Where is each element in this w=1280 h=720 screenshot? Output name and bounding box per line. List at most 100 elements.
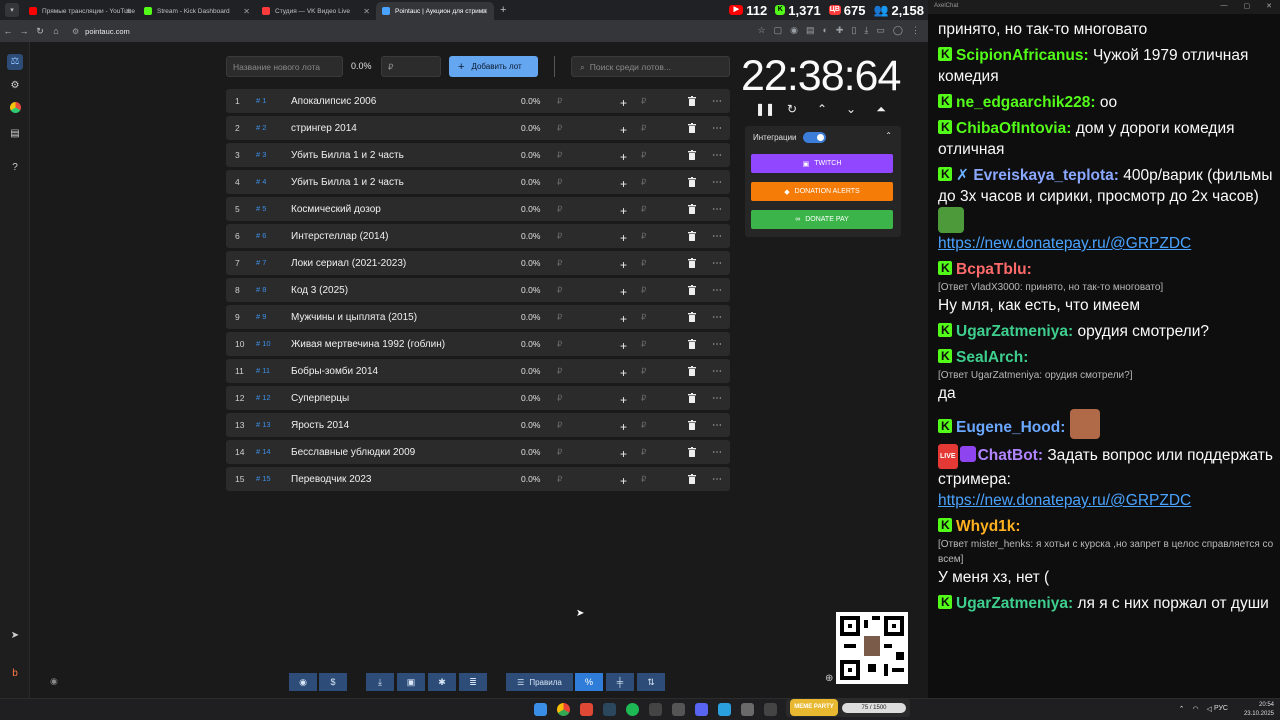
lot-id[interactable]: # 15 [256, 474, 271, 483]
tab-search-button[interactable]: ▾ [5, 3, 19, 17]
lot-id[interactable]: # 1 [256, 96, 266, 105]
lot-id[interactable]: # 6 [256, 231, 266, 240]
add-lot-button[interactable]: + Добавить лот [449, 56, 538, 77]
lot-name[interactable]: Космический дозор [291, 204, 381, 215]
trash-icon[interactable] [688, 177, 696, 187]
lot-add-amount-input[interactable]: ₽ [641, 447, 646, 458]
compress-button[interactable]: ╪ [606, 673, 635, 691]
double-up-icon[interactable]: ⏶ [873, 102, 889, 118]
app-icon[interactable] [672, 703, 685, 716]
sidebar-icon[interactable]: ▯ [851, 25, 856, 36]
lot-name[interactable]: Мужчины и цыплята (2015) [291, 312, 417, 323]
app-icon[interactable] [580, 703, 593, 716]
more-icon[interactable]: ⋯ [712, 177, 722, 188]
tab-youtube[interactable]: Прямые трансляции - YouTube ✕ [23, 2, 138, 20]
trash-icon[interactable] [688, 474, 696, 484]
plus-icon[interactable]: + [620, 150, 627, 164]
pause-icon[interactable]: ❚❚ [755, 102, 775, 118]
github-button[interactable]: ◉ [289, 673, 318, 691]
lot-id[interactable]: # 5 [256, 204, 266, 213]
help-icon[interactable]: ? [7, 160, 23, 176]
lot-name[interactable]: Бесславные ублюдки 2009 [291, 447, 415, 458]
network-icon[interactable]: ◠ [1193, 705, 1199, 713]
lot-add-amount-input[interactable]: ₽ [641, 285, 646, 296]
split-icon[interactable]: ▭ [876, 25, 885, 36]
tab-vk[interactable]: Студия — VK Видео Live ✕ [256, 2, 376, 20]
lot-row[interactable]: 2 # 2 стрингер 2014 0.0% ₽ + ₽ ⋯ [226, 116, 730, 140]
lot-row[interactable]: 1 # 1 Апокалипсис 2006 0.0% ₽ + ₽ ⋯ [226, 89, 730, 113]
steam-icon[interactable] [603, 703, 616, 716]
maximize-icon[interactable]: ▢ [1244, 2, 1251, 10]
integrations-toggle[interactable] [803, 132, 826, 143]
more-icon[interactable]: ⋯ [712, 366, 722, 377]
lot-id[interactable]: # 3 [256, 150, 266, 159]
twitch-button[interactable]: ▣ TWITCH [751, 154, 893, 173]
trash-icon[interactable] [688, 204, 696, 214]
plus-icon[interactable]: + [620, 393, 627, 407]
new-lot-input[interactable]: Название нового лота [226, 56, 343, 77]
lot-row[interactable]: 5 # 5 Космический дозор 0.0% ₽ + ₽ ⋯ [226, 197, 730, 221]
lot-name[interactable]: Переводчик 2023 [291, 474, 371, 485]
plus-icon[interactable]: + [620, 177, 627, 191]
rules-button[interactable]: ☰ Правила [506, 673, 574, 691]
wheel-icon[interactable] [7, 102, 23, 118]
puzzle-icon[interactable]: ✚ [836, 25, 844, 36]
discord-icon[interactable] [695, 703, 708, 716]
search-input[interactable]: ⌕ Поиск среди лотов... [571, 56, 730, 77]
lot-add-amount-input[interactable]: ₽ [641, 150, 646, 161]
chat-username[interactable]: Evreiskaya_teplota: [973, 167, 1119, 184]
plus-icon[interactable]: + [620, 96, 627, 110]
windows-start-icon[interactable] [534, 703, 547, 716]
lot-add-amount-input[interactable]: ₽ [641, 312, 646, 323]
chat-username[interactable]: UgarZatmeniya: [956, 595, 1073, 612]
volume-icon[interactable]: ◁ [1207, 705, 1212, 713]
lot-name[interactable]: Интерстеллар (2014) [291, 231, 388, 242]
lot-id[interactable]: # 9 [256, 312, 266, 321]
boosty-icon[interactable]: b [7, 666, 23, 682]
more-icon[interactable]: ⋯ [712, 447, 722, 458]
menu-icon[interactable]: ⋮ [911, 25, 920, 36]
lot-name[interactable]: Код 3 (2025) [291, 285, 348, 296]
extension-icon[interactable]: ◐ [822, 25, 827, 36]
trash-icon[interactable] [688, 231, 696, 241]
more-icon[interactable]: ⋯ [712, 123, 722, 134]
plus-icon[interactable]: + [620, 123, 627, 137]
lot-id[interactable]: # 7 [256, 258, 266, 267]
lot-id[interactable]: # 13 [256, 420, 271, 429]
plus-icon[interactable]: + [620, 420, 627, 434]
donate-pay-button[interactable]: ∞ DONATE PAY [751, 210, 893, 229]
trash-icon[interactable] [688, 285, 696, 295]
lot-row[interactable]: 15 # 15 Переводчик 2023 0.0% ₽ + ₽ ⋯ [226, 467, 730, 491]
lot-row[interactable]: 8 # 8 Код 3 (2025) 0.0% ₽ + ₽ ⋯ [226, 278, 730, 302]
lot-row[interactable]: 6 # 6 Интерстеллар (2014) 0.0% ₽ + ₽ ⋯ [226, 224, 730, 248]
forward-icon[interactable]: → [16, 26, 32, 36]
lot-id[interactable]: # 10 [256, 339, 271, 348]
plus-icon[interactable]: + [620, 204, 627, 218]
trash-icon[interactable] [688, 123, 696, 133]
lot-name[interactable]: стрингер 2014 [291, 123, 357, 134]
lot-name[interactable]: Живая мертвечина 1992 (гоблин) [291, 339, 445, 350]
lot-id[interactable]: # 14 [256, 447, 271, 456]
lot-add-amount-input[interactable]: ₽ [641, 204, 646, 215]
trash-icon[interactable] [688, 420, 696, 430]
url-field[interactable]: pointauc.com [85, 27, 130, 36]
more-icon[interactable]: ⋯ [712, 339, 722, 350]
amount-input[interactable]: ₽ [381, 56, 441, 77]
trash-icon[interactable] [688, 312, 696, 322]
eye-icon[interactable]: ◉ [50, 676, 58, 687]
plus-icon[interactable]: + [620, 474, 627, 488]
trash-icon[interactable] [688, 150, 696, 160]
lot-add-amount-input[interactable]: ₽ [641, 231, 646, 242]
lot-add-amount-input[interactable]: ₽ [641, 366, 646, 377]
lot-row[interactable]: 14 # 14 Бесславные ублюдки 2009 0.0% ₽ + ₽ ⋯ [226, 440, 730, 464]
lot-row[interactable]: 4 # 4 Убить Билла 1 и 2 часть 0.0% ₽ + ₽ ⋯ [226, 170, 730, 194]
donation-alerts-button[interactable]: ◆ DONATION ALERTS [751, 182, 893, 201]
lot-row[interactable]: 10 # 10 Живая мертвечина 1992 (гоблин) 0.0%… [226, 332, 730, 356]
more-icon[interactable]: ⋯ [712, 96, 722, 107]
lot-name[interactable]: Убить Билла 1 и 2 часть [291, 150, 404, 161]
lot-add-amount-input[interactable]: ₽ [641, 258, 646, 269]
auction-icon[interactable]: ⚖ [7, 54, 23, 70]
more-icon[interactable]: ⋯ [712, 258, 722, 269]
trash-icon[interactable] [688, 258, 696, 268]
clear-button[interactable]: ≣ [459, 673, 488, 691]
